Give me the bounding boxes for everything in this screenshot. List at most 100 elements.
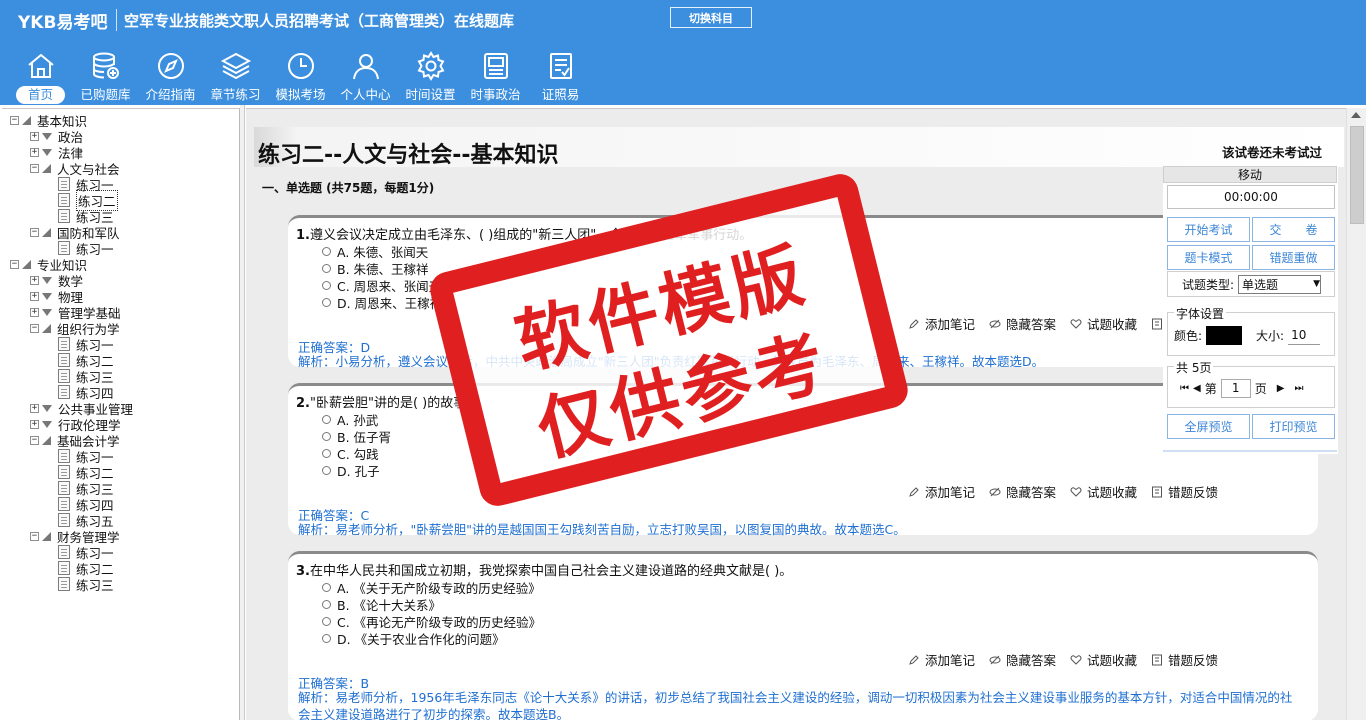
folder-arrow-icon bbox=[42, 308, 52, 316]
document-icon bbox=[58, 497, 70, 511]
font-size-input[interactable]: 10 bbox=[1288, 326, 1321, 345]
vertical-scrollbar[interactable] bbox=[1346, 108, 1366, 720]
add-note-label: 添加笔记 bbox=[924, 653, 975, 668]
radio-button[interactable] bbox=[322, 432, 331, 441]
prev-page-icon[interactable]: ◀ bbox=[1193, 383, 1201, 394]
option-d[interactable]: D. 《关于农业合作化的问题》 bbox=[322, 629, 505, 648]
last-page-icon[interactable]: ⏭ bbox=[1294, 383, 1303, 394]
favorite-button[interactable]: 试题收藏 bbox=[1070, 650, 1137, 669]
nav-item-chapter[interactable]: 章节练习 bbox=[203, 46, 268, 104]
nav-item-time-settings[interactable]: 时间设置 bbox=[398, 46, 463, 104]
page-prefix: 第 bbox=[1204, 382, 1217, 396]
favorite-button[interactable]: 试题收藏 bbox=[1070, 314, 1137, 333]
collapse-icon[interactable]: − bbox=[30, 435, 39, 445]
nav-item-current-affairs[interactable]: 时事政治 bbox=[463, 46, 528, 104]
add-note-label: 添加笔记 bbox=[924, 485, 975, 500]
card-mode-button[interactable]: 题卡模式 bbox=[1167, 245, 1250, 270]
font-settings-group: 字体设置 颜色: 大小: 10 bbox=[1167, 305, 1335, 356]
color-label: 颜色: bbox=[1174, 329, 1203, 343]
nav-item-profile[interactable]: 个人中心 bbox=[333, 46, 398, 104]
expand-icon[interactable]: + bbox=[30, 419, 39, 429]
radio-button[interactable] bbox=[322, 466, 331, 475]
radio-button[interactable] bbox=[322, 247, 331, 256]
option-d[interactable]: D. 孔子 bbox=[322, 461, 380, 480]
collapse-icon[interactable]: − bbox=[30, 227, 39, 237]
radio-button[interactable] bbox=[322, 298, 331, 307]
panel-move-handle[interactable]: 移动 bbox=[1163, 166, 1337, 183]
font-settings-row: 颜色: 大小: 10 bbox=[1174, 326, 1321, 345]
radio-button[interactable] bbox=[322, 264, 331, 273]
collapse-icon[interactable]: − bbox=[10, 259, 19, 269]
switch-subject-button[interactable]: 切换科目 bbox=[670, 7, 752, 28]
nav-item-home[interactable]: 首页 bbox=[8, 46, 73, 104]
nav-label: 时事政治 bbox=[470, 87, 521, 102]
next-page-icon[interactable]: ▶ bbox=[1277, 383, 1285, 394]
nav-item-certificate[interactable]: 证照易 bbox=[528, 46, 593, 104]
tree-leaf-item[interactable]: 练习三 bbox=[58, 576, 114, 593]
submit-button[interactable]: 交 卷 bbox=[1252, 217, 1335, 242]
document-icon bbox=[58, 577, 70, 591]
scroll-up-icon[interactable] bbox=[1351, 112, 1361, 118]
question-type-select[interactable]: 单选题 ▼ bbox=[1238, 274, 1322, 294]
expand-icon[interactable]: + bbox=[30, 131, 39, 141]
add-note-button[interactable]: 添加笔记 bbox=[908, 482, 975, 501]
tree-label: 练习三 bbox=[76, 577, 114, 593]
report-error-button[interactable]: 错题反馈 bbox=[1151, 650, 1218, 669]
collapse-icon[interactable]: − bbox=[30, 531, 39, 541]
question-number: 1. bbox=[296, 228, 310, 243]
add-note-button[interactable]: 添加笔记 bbox=[908, 650, 975, 669]
page-suffix: 页 bbox=[1254, 382, 1267, 396]
redo-wrong-button[interactable]: 错题重做 bbox=[1252, 245, 1335, 270]
document-icon bbox=[58, 177, 70, 191]
question-number: 3. bbox=[296, 564, 310, 579]
radio-button[interactable] bbox=[322, 600, 331, 609]
document-icon bbox=[58, 193, 70, 207]
nav-label: 介绍指南 bbox=[145, 87, 196, 102]
radio-button[interactable] bbox=[322, 617, 331, 626]
folder-arrow-icon bbox=[42, 435, 51, 445]
radio-button[interactable] bbox=[322, 583, 331, 592]
first-page-icon[interactable]: ⏮ bbox=[1180, 383, 1189, 394]
report-error-label: 错题反馈 bbox=[1167, 485, 1218, 500]
hide-answer-button[interactable]: 隐藏答案 bbox=[989, 482, 1056, 501]
expand-icon[interactable]: + bbox=[30, 403, 39, 413]
collapse-icon[interactable]: − bbox=[30, 163, 39, 173]
expand-icon[interactable]: + bbox=[30, 147, 39, 157]
header-divider bbox=[116, 9, 117, 31]
report-error-button[interactable]: 错题反馈 bbox=[1151, 482, 1218, 501]
fullscreen-preview-button[interactable]: 全屏预览 bbox=[1167, 414, 1250, 439]
clock-icon bbox=[285, 50, 317, 82]
main-nav: 首页 已购题库 介绍指南 章节练习 模拟考场 个人中心 时间设置 时事政治 证照… bbox=[8, 46, 593, 104]
panel-splitter[interactable] bbox=[240, 105, 245, 720]
radio-button[interactable] bbox=[322, 634, 331, 643]
folder-arrow-icon bbox=[42, 276, 52, 284]
feedback-icon bbox=[1151, 318, 1163, 330]
collapse-icon[interactable]: − bbox=[30, 323, 39, 333]
expand-icon[interactable]: + bbox=[30, 307, 39, 317]
radio-button[interactable] bbox=[322, 449, 331, 458]
radio-button[interactable] bbox=[322, 281, 331, 290]
nav-label: 个人中心 bbox=[340, 87, 391, 102]
nav-item-mock-exam[interactable]: 模拟考场 bbox=[268, 46, 333, 104]
page-count-legend: 共 5页 bbox=[1174, 359, 1214, 376]
hide-answer-button[interactable]: 隐藏答案 bbox=[989, 650, 1056, 669]
nav-item-guide[interactable]: 介绍指南 bbox=[138, 46, 203, 104]
expand-icon[interactable]: + bbox=[30, 275, 39, 285]
database-icon bbox=[90, 50, 122, 82]
expand-icon[interactable]: + bbox=[30, 291, 39, 301]
favorite-button[interactable]: 试题收藏 bbox=[1070, 482, 1137, 501]
radio-button[interactable] bbox=[322, 415, 331, 424]
favorite-label: 试题收藏 bbox=[1086, 485, 1137, 500]
favorite-label: 试题收藏 bbox=[1086, 317, 1137, 332]
page-input[interactable]: 1 bbox=[1220, 379, 1251, 398]
print-preview-button[interactable]: 打印预览 bbox=[1252, 414, 1335, 439]
question-actions: 添加笔记 隐藏答案 试题收藏 错题反馈 bbox=[908, 482, 1218, 501]
font-color-swatch[interactable] bbox=[1206, 326, 1243, 345]
nav-item-purchased[interactable]: 已购题库 bbox=[73, 46, 138, 104]
collapse-icon[interactable]: − bbox=[10, 115, 19, 125]
font-settings-legend: 字体设置 bbox=[1174, 305, 1227, 322]
start-exam-button[interactable]: 开始考试 bbox=[1167, 217, 1250, 242]
hide-answer-button[interactable]: 隐藏答案 bbox=[989, 314, 1056, 333]
scroll-thumb[interactable] bbox=[1350, 126, 1364, 224]
chevron-down-icon: ▼ bbox=[1313, 279, 1321, 289]
